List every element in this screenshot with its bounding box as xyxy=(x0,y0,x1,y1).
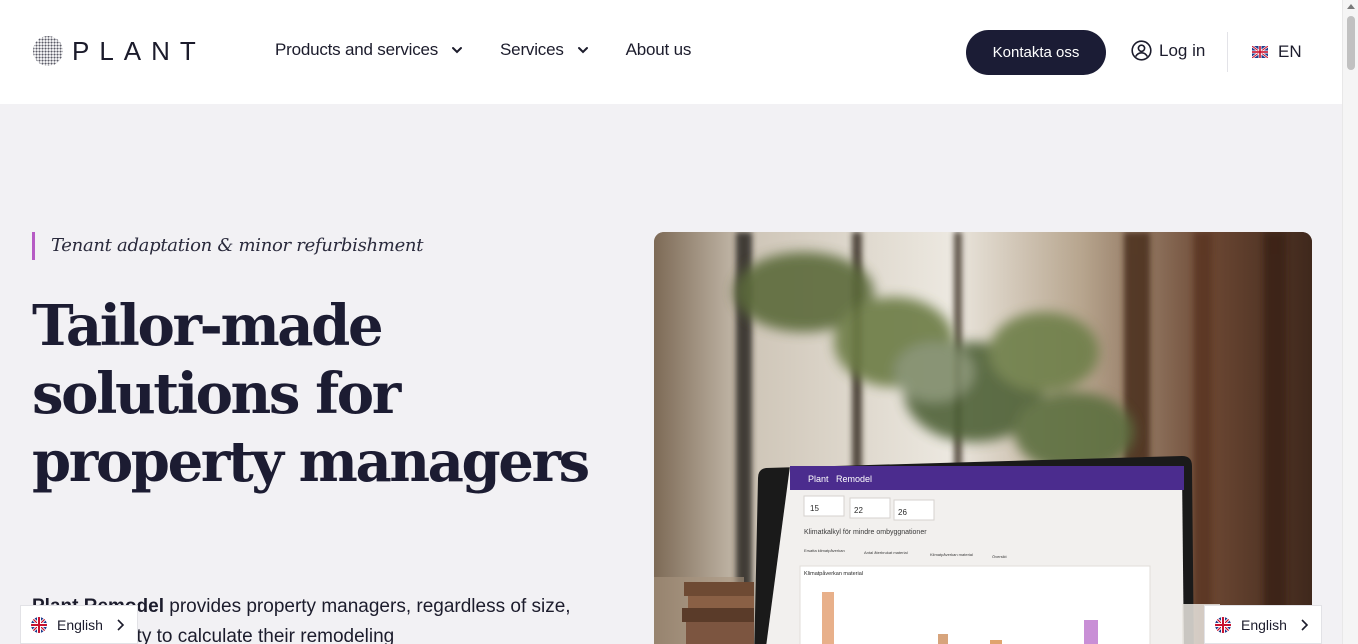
screen-bar-4 xyxy=(1084,620,1098,644)
language-label: English xyxy=(57,616,103,633)
screen-stat-2: 22 xyxy=(854,506,863,515)
hero-image: Plant Remodel 15 22 26 Klimatkalkyl för … xyxy=(654,232,1312,644)
nav-label: Products and services xyxy=(275,40,439,59)
main-nav: Products and services Services About us xyxy=(275,40,727,60)
hero-headline: Tailor-made solutions for property manag… xyxy=(32,293,590,495)
screen-product: Remodel xyxy=(836,474,872,484)
user-circle-icon xyxy=(1131,40,1152,61)
login-label: Log in xyxy=(1159,40,1206,60)
language-switcher[interactable]: EN xyxy=(1252,42,1302,62)
chevron-right-icon xyxy=(1301,619,1309,631)
nav-products-and-services[interactable]: Products and services xyxy=(275,40,464,60)
contact-button[interactable]: Kontakta oss xyxy=(966,30,1106,75)
screen-stat-1: 15 xyxy=(810,504,819,513)
scrollbar-thumb[interactable] xyxy=(1347,16,1355,70)
screen-stat-3: 26 xyxy=(898,508,907,517)
nav-label: About us xyxy=(625,40,692,59)
scrollbar[interactable] xyxy=(1342,0,1358,644)
nav-label: Services xyxy=(500,40,564,59)
logo-dotted-sphere-icon xyxy=(33,36,63,66)
uk-flag-round-icon xyxy=(1215,616,1231,633)
screen-tab-1: Ersatta klimatpåverkan xyxy=(804,548,845,553)
screen-bar-2 xyxy=(938,634,948,644)
header-divider xyxy=(1227,32,1228,72)
login-link[interactable]: Log in xyxy=(1131,40,1205,61)
nav-services[interactable]: Services xyxy=(500,40,590,60)
screen-title: Klimatkalkyl för mindre ombyggnationer xyxy=(804,529,927,536)
screen-bar-1 xyxy=(822,592,834,644)
chevron-down-icon xyxy=(577,47,588,54)
uk-flag-round-icon xyxy=(31,616,47,633)
language-label: English xyxy=(1241,616,1287,633)
site-header: PLANT Products and services Services Abo… xyxy=(0,0,1342,104)
screen-brand: Plant xyxy=(808,474,829,484)
scroll-up-arrow-icon[interactable] xyxy=(1347,4,1355,9)
screen-chart-title: Klimatpåverkan material xyxy=(804,570,863,577)
screen-bar-3 xyxy=(990,640,1002,644)
logo-text: PLANT xyxy=(72,35,206,66)
language-widget-left[interactable]: English xyxy=(20,605,138,644)
screen-tab-4: Översikt xyxy=(992,554,1008,559)
plant-logo[interactable]: PLANT xyxy=(32,35,206,67)
uk-flag-icon xyxy=(1252,46,1268,58)
language-code: EN xyxy=(1278,42,1302,61)
chevron-down-icon xyxy=(452,47,463,54)
language-widget-right[interactable]: English xyxy=(1204,605,1322,644)
hero-eyebrow: Tenant adaptation & minor refurbishment xyxy=(32,232,423,260)
screen-tab-2: Antal återbrukat material xyxy=(864,550,908,555)
chevron-right-icon xyxy=(117,619,125,631)
nav-about-us[interactable]: About us xyxy=(626,40,692,60)
office-laptop-illustration: Plant Remodel 15 22 26 Klimatkalkyl för … xyxy=(654,232,1312,644)
screen-tab-3: Klimatpåverkan material xyxy=(930,552,973,557)
